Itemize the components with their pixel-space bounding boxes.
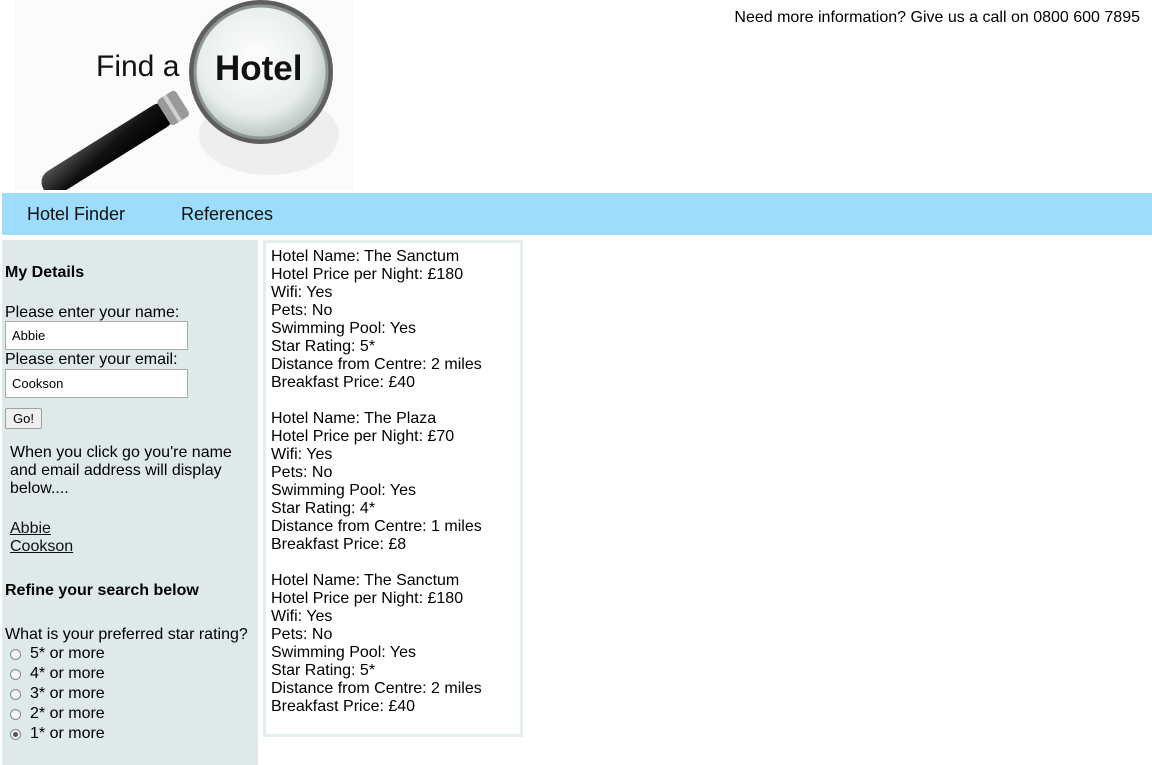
star-option-5[interactable]: 5* or more (10, 644, 105, 664)
hotel-breakfast: Breakfast Price: £40 (271, 698, 416, 715)
hotel-stars: Star Rating: 5* (271, 662, 376, 679)
my-details-heading: My Details (5, 264, 85, 281)
star-option-label: 1* or more (30, 725, 105, 742)
radio-button[interactable] (10, 668, 21, 680)
hotel-pool: Swimming Pool: Yes (271, 320, 416, 337)
hotel-stars: Star Rating: 5* (271, 338, 376, 355)
hotel-breakfast: Breakfast Price: £40 (271, 374, 416, 391)
contact-info: Need more information? Give us a call on… (734, 9, 1140, 26)
hotel-price: Hotel Price per Night: £70 (271, 428, 455, 445)
hotel-pool: Swimming Pool: Yes (271, 482, 416, 499)
main-nav: Hotel Finder References (2, 193, 1152, 235)
page: Find a Hotel Need more information? Give… (0, 0, 1152, 765)
hotel-wifi: Wifi: Yes (271, 608, 333, 625)
hotel-price: Hotel Price per Night: £180 (271, 266, 464, 283)
star-rating-question: What is your preferred star rating? (5, 626, 248, 643)
refine-heading: Refine your search below (5, 582, 199, 599)
star-option-label: 5* or more (30, 645, 105, 662)
display-name-link[interactable]: Abbie (10, 520, 51, 538)
email-label: Please enter your email: (5, 351, 178, 368)
hotel-pool: Swimming Pool: Yes (271, 644, 416, 661)
hotel-distance: Distance from Centre: 2 miles (271, 356, 482, 373)
hotel-pets: Pets: No (271, 302, 333, 319)
hotel-result: Hotel Name: The Plaza Hotel Price per Ni… (271, 410, 521, 554)
star-option-label: 4* or more (30, 665, 105, 682)
logo-text-hotel: Hotel (215, 49, 303, 88)
site-header: Find a Hotel Need more information? Give… (0, 0, 1152, 192)
hotel-breakfast: Breakfast Price: £8 (271, 536, 407, 553)
hotel-wifi: Wifi: Yes (271, 284, 333, 301)
display-email-link[interactable]: Cookson (10, 538, 73, 556)
radio-button[interactable] (10, 688, 21, 700)
star-option-2[interactable]: 2* or more (10, 704, 105, 724)
hotel-name: Hotel Name: The Plaza (271, 410, 437, 427)
logo-text-find: Find a (96, 50, 180, 83)
email-input[interactable] (5, 369, 188, 398)
hotel-name: Hotel Name: The Sanctum (271, 572, 460, 589)
star-option-4[interactable]: 4* or more (10, 664, 105, 684)
hotel-wifi: Wifi: Yes (271, 446, 333, 463)
star-option-1[interactable]: 1* or more (10, 724, 105, 744)
hotel-result: Hotel Name: The Sanctum Hotel Price per … (271, 572, 521, 716)
magnifying-glass-icon (41, 0, 339, 190)
name-input[interactable] (5, 321, 188, 350)
hotel-pets: Pets: No (271, 464, 333, 481)
star-option-3[interactable]: 3* or more (10, 684, 105, 704)
radio-button[interactable] (10, 708, 21, 720)
hotel-pets: Pets: No (271, 626, 333, 643)
nav-item-hotel-finder[interactable]: Hotel Finder (27, 204, 125, 225)
star-option-label: 3* or more (30, 685, 105, 702)
hotel-stars: Star Rating: 4* (271, 500, 376, 517)
hotel-name: Hotel Name: The Sanctum (271, 248, 460, 265)
star-option-label: 2* or more (30, 705, 105, 722)
name-label: Please enter your name: (5, 304, 180, 321)
info-text: When you click go you're name and email … (10, 444, 232, 497)
radio-button[interactable] (10, 648, 21, 660)
hotel-results: Hotel Name: The Sanctum Hotel Price per … (263, 240, 523, 737)
hotel-price: Hotel Price per Night: £180 (271, 590, 464, 607)
go-button[interactable]: Go! (5, 408, 42, 429)
hotel-distance: Distance from Centre: 2 miles (271, 680, 482, 697)
find-a-hotel-logo: Find a Hotel (14, 0, 354, 190)
nav-item-references[interactable]: References (181, 204, 273, 225)
sidebar: My Details Please enter your name: Pleas… (2, 240, 258, 765)
hotel-distance: Distance from Centre: 1 miles (271, 518, 482, 535)
radio-button-selected[interactable] (10, 728, 21, 740)
hotel-result: Hotel Name: The Sanctum Hotel Price per … (271, 248, 521, 392)
